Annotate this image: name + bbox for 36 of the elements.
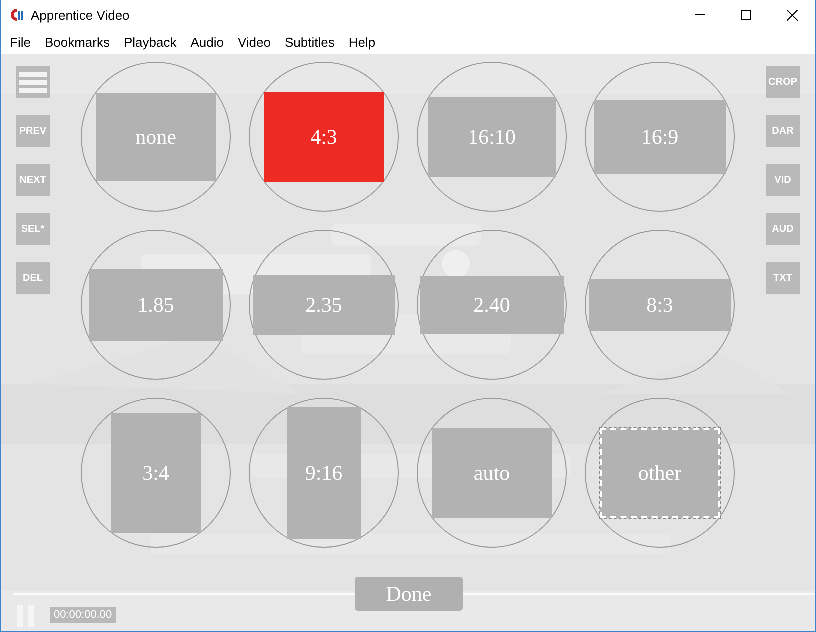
menu-item[interactable]: Subtitles	[278, 32, 342, 52]
aspect-ratio-option[interactable]: 2.40	[420, 276, 564, 334]
aspect-ratio-option[interactable]: other	[600, 428, 720, 518]
side-button[interactable]: AUD	[766, 213, 800, 245]
maximize-icon	[741, 10, 751, 20]
aspect-ratio-option[interactable]: 3:4	[111, 413, 201, 533]
menu-item[interactable]: Playback	[116, 32, 184, 52]
menu-item[interactable]: Help	[342, 32, 383, 52]
side-button[interactable]: SEL*	[16, 213, 50, 245]
aspect-ratio-option[interactable]: 2.35	[253, 275, 395, 335]
aspect-ratio-option[interactable]: auto	[432, 428, 552, 518]
menu-button[interactable]	[16, 66, 50, 98]
app-icon	[9, 7, 25, 23]
aspect-ratio-option[interactable]: 4:3	[264, 92, 384, 182]
aspect-ratio-option[interactable]: 16:9	[594, 100, 726, 174]
menu-item[interactable]: Audio	[184, 32, 231, 52]
window-title: Apprentice Video	[31, 8, 131, 22]
side-button[interactable]: DAR	[766, 115, 800, 147]
close-icon	[786, 10, 798, 20]
side-button[interactable]: PREV	[16, 115, 50, 147]
side-button[interactable]: TXT	[766, 262, 800, 294]
aspect-ratio-option[interactable]: 8:3	[589, 279, 731, 331]
aspect-ratio-option[interactable]: 16:10	[428, 97, 556, 177]
aspect-ratio-option[interactable]: 1.85	[89, 269, 223, 341]
aspect-ratio-option[interactable]: 9:16	[287, 407, 361, 539]
menu-item[interactable]: Video	[230, 32, 278, 52]
side-button[interactable]: VID	[766, 164, 800, 196]
done-button[interactable]: Done	[355, 577, 463, 611]
menu-icon	[19, 70, 47, 94]
menu-item[interactable]: Bookmarks	[38, 32, 117, 52]
menu-item[interactable]: File	[3, 32, 38, 52]
time-display: 00:00:00.00	[50, 607, 116, 623]
aspect-ratio-option[interactable]: none	[96, 93, 216, 181]
side-button[interactable]: NEXT	[16, 164, 50, 196]
side-button[interactable]: DEL	[16, 262, 50, 294]
side-button[interactable]: CROP	[766, 66, 800, 98]
